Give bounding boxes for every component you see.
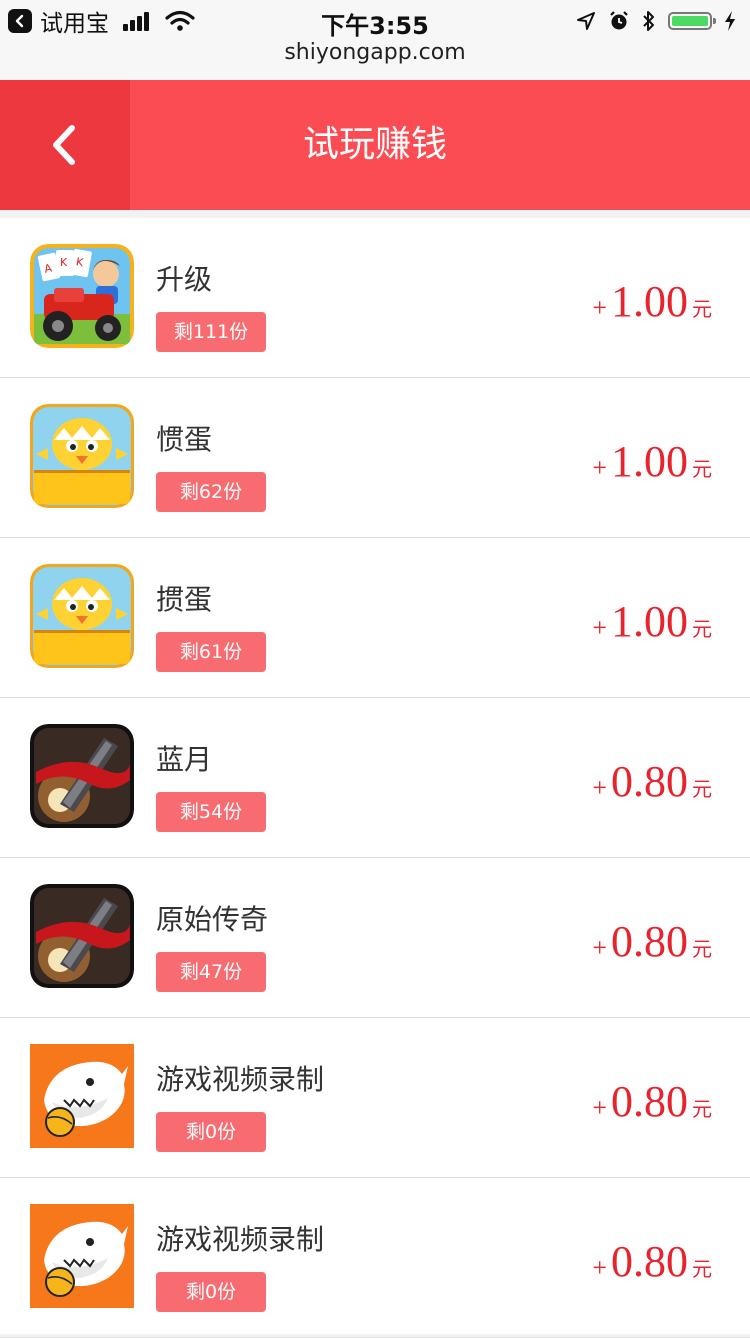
reward-value: 0.80: [611, 1237, 688, 1286]
reward-value: 0.80: [611, 917, 688, 966]
reward-amount: + 1.00 元: [592, 436, 712, 487]
remaining-badge: 剩62份: [156, 472, 266, 512]
reward-plus: +: [592, 613, 607, 642]
remaining-badge: 剩47份: [156, 952, 266, 992]
task-name: 游戏视频录制: [156, 1063, 325, 1096]
remaining-badge: 剩61份: [156, 632, 266, 672]
remaining-badge: 剩0份: [156, 1112, 266, 1152]
card-game-tractor-icon: A K K: [30, 244, 134, 348]
reward-plus: +: [592, 773, 607, 802]
guandan-chick-icon: [30, 564, 134, 668]
task-item[interactable]: 游戏视频录制 剩0份 + 0.80 元: [0, 1178, 750, 1338]
page-title: 试玩赚钱: [302, 124, 447, 165]
reward-amount: + 0.80 元: [592, 756, 712, 807]
remaining-badge: 剩111份: [156, 312, 266, 352]
trial-task-list: A K K 升级 剩111份 + 1.00 元 惯蛋 剩62份 + 1.00 元…: [0, 218, 750, 1338]
task-name: 游戏视频录制: [156, 1223, 325, 1256]
task-item[interactable]: 掼蛋 剩61份 + 1.00 元: [0, 538, 750, 698]
status-bar: 试用宝 下午3:55 shiyongapp.com: [0, 0, 750, 80]
shark-mascot-icon: [30, 1204, 134, 1308]
reward-plus: +: [592, 1253, 607, 1282]
shark-mascot-icon: [30, 1044, 134, 1148]
reward-plus: +: [592, 933, 607, 962]
reward-value: 1.00: [611, 437, 688, 486]
reward-amount: + 0.80 元: [592, 1076, 712, 1127]
task-item[interactable]: A K K 升级 剩111份 + 1.00 元: [0, 218, 750, 378]
reward-plus: +: [592, 293, 607, 322]
location-icon: [577, 12, 595, 30]
reward-plus: +: [592, 1093, 607, 1122]
reward-amount: + 1.00 元: [592, 276, 712, 327]
remaining-badge: 剩54份: [156, 792, 266, 832]
task-name: 蓝月: [156, 743, 213, 776]
reward-unit: 元: [692, 617, 712, 641]
task-name: 升级: [156, 263, 213, 296]
task-item[interactable]: 游戏视频录制 剩0份 + 0.80 元: [0, 1018, 750, 1178]
reward-unit: 元: [692, 937, 712, 961]
page-url: shiyongapp.com: [284, 40, 466, 65]
status-right: [564, 6, 736, 36]
reward-unit: 元: [692, 777, 712, 801]
app-header: 试玩赚钱: [0, 80, 750, 210]
battery-icon: [668, 12, 716, 30]
reward-value: 1.00: [611, 597, 688, 646]
svg-text:K: K: [60, 256, 68, 269]
reward-amount: + 1.00 元: [592, 596, 712, 647]
guandan-chick-icon: [30, 404, 134, 508]
task-item[interactable]: 惯蛋 剩62份 + 1.00 元: [0, 378, 750, 538]
reward-unit: 元: [692, 297, 712, 321]
reward-plus: +: [592, 453, 607, 482]
remaining-badge: 剩0份: [156, 1272, 266, 1312]
task-item[interactable]: 蓝月 剩54份 + 0.80 元: [0, 698, 750, 858]
sword-red-ribbon-icon: [30, 724, 134, 828]
reward-amount: + 0.80 元: [592, 1236, 712, 1287]
task-name: 惯蛋: [156, 423, 213, 456]
sword-red-ribbon-icon: [30, 884, 134, 988]
task-item[interactable]: 原始传奇 剩47份 + 0.80 元: [0, 858, 750, 1018]
task-name: 掼蛋: [156, 583, 213, 616]
task-name: 原始传奇: [156, 903, 269, 936]
reward-value: 0.80: [611, 757, 688, 806]
reward-unit: 元: [692, 1097, 712, 1121]
charging-icon: [725, 11, 735, 31]
alarm-icon: [610, 11, 628, 30]
reward-value: 1.00: [611, 277, 688, 326]
reward-amount: + 0.80 元: [592, 916, 712, 967]
bluetooth-icon: [643, 11, 654, 31]
reward-value: 0.80: [611, 1077, 688, 1126]
reward-unit: 元: [692, 1257, 712, 1281]
reward-unit: 元: [692, 457, 712, 481]
